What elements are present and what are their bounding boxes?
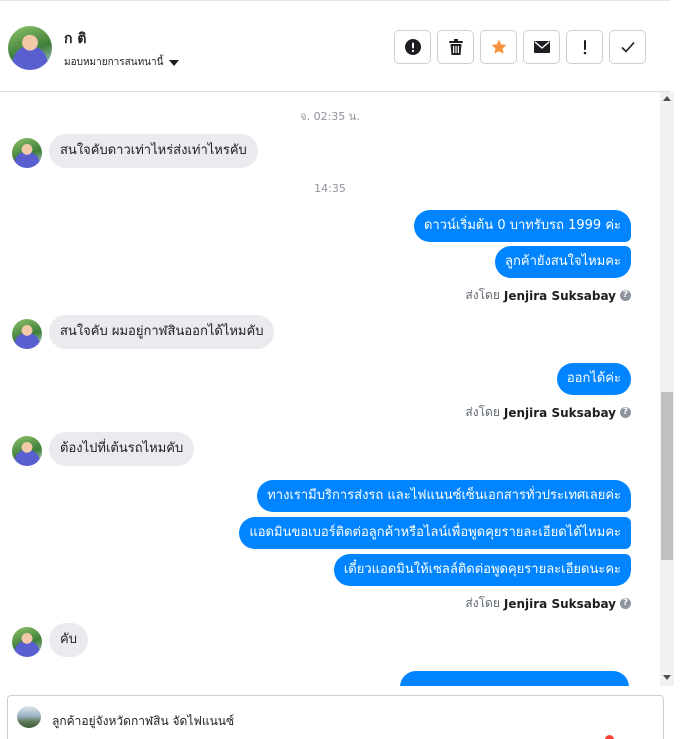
message-composer[interactable]: ลูกค้าอยู่จังหวัดกาฬสิน จัดไฟแนนซ์: [7, 695, 664, 739]
incoming-message: คับ: [49, 623, 88, 657]
outgoing-message: ทางเรามีบริการส่งรถ และไฟแนนซ์เซ็นเอกสาร…: [257, 480, 631, 512]
notification-dot: [605, 735, 614, 739]
timestamp-divider: 14:35: [314, 182, 346, 195]
scroll-down-arrow-icon[interactable]: [663, 675, 671, 680]
assign-label: มอบหมายการสนทนานี้: [64, 57, 164, 68]
timestamp-divider: จ. 02:35 น.: [300, 110, 360, 123]
thread-scrollbar[interactable]: [660, 92, 674, 686]
contact-avatar-small: [12, 319, 42, 349]
outgoing-message: เดี๋ยวแอดมินให้เซลล์ติดต่อพูดคุยรายละเอี…: [333, 554, 631, 586]
contact-avatar[interactable]: [8, 26, 52, 70]
sent-by-prefix: ส่งโดย: [465, 405, 500, 419]
sent-by-prefix: ส่งโดย: [465, 596, 500, 610]
info-icon[interactable]: ?: [620, 407, 631, 418]
sent-by-prefix: ส่งโดย: [465, 288, 500, 302]
outgoing-message: ดาวน์เริ่มต้น 0 บาทรับรถ 1999 ค่ะ: [413, 210, 631, 242]
outgoing-message: แอดมินขอเบอร์ติดต่อลูกค้าหรือไลน์เพื่อพู…: [239, 517, 631, 549]
sent-by-label: ส่งโดย Jenjira Suksabay ?: [465, 594, 631, 613]
exclamation-icon: [583, 40, 586, 55]
sent-by-agent: Jenjira Suksabay: [503, 596, 616, 611]
sent-by-agent: Jenjira Suksabay: [503, 288, 616, 303]
incoming-message: ต้องไปที่เต้นรถไหมคับ: [49, 432, 195, 466]
sent-by-label: ส่งโดย Jenjira Suksabay ?: [465, 403, 631, 422]
scroll-up-arrow-icon[interactable]: [663, 96, 671, 101]
star-icon: [491, 39, 506, 54]
attachment-thumbnail: [17, 706, 41, 728]
assign-conversation-dropdown[interactable]: มอบหมายการสนทนานี้: [64, 55, 180, 70]
message-thread[interactable]: จ. 02:35 น. สนใจคับดาวเท่าไหร่ส่งเท่าไหร…: [0, 92, 660, 686]
outgoing-message: ลูกค้ายังสนใจไหมคะ: [495, 246, 631, 278]
contact-avatar-small: [12, 138, 42, 168]
mark-unread-button[interactable]: [523, 30, 560, 64]
outgoing-message: ออกได้ค่ะ: [556, 363, 631, 395]
header-divider: [0, 0, 670, 4]
incoming-message: สนใจคับ ผมอยู่กาฬสินออกได้ไหมคับ: [49, 315, 275, 349]
mark-spam-button[interactable]: [394, 30, 431, 64]
delete-button[interactable]: [437, 30, 474, 64]
follow-up-button[interactable]: [566, 30, 603, 64]
trash-icon: [448, 39, 463, 55]
conversation-actions: [394, 30, 646, 64]
conversation-header: ก ติ มอบหมายการสนทนานี้: [0, 0, 670, 92]
inbox-conversation-view: ก ติ มอบหมายการสนทนานี้ จ. 02:35 น. สนใจ…: [0, 0, 681, 739]
scrollbar-thumb[interactable]: [661, 392, 673, 560]
composer-text[interactable]: ลูกค้าอยู่จังหวัดกาฬสิน จัดไฟแนนซ์: [52, 712, 234, 731]
star-button[interactable]: [480, 30, 517, 64]
alert-circle-icon: [404, 39, 421, 55]
contact-name[interactable]: ก ติ: [64, 28, 86, 50]
mark-done-button[interactable]: [609, 30, 646, 64]
incoming-message: สนใจคับดาวเท่าไหร่ส่งเท่าไหรคับ: [49, 134, 258, 168]
check-icon: [620, 41, 635, 53]
caret-down-icon: [169, 60, 180, 66]
contact-avatar-small: [12, 436, 42, 466]
sent-by-agent: Jenjira Suksabay: [503, 405, 616, 420]
sent-by-label: ส่งโดย Jenjira Suksabay ?: [465, 286, 631, 305]
envelope-icon: [533, 41, 550, 53]
contact-avatar-small: [12, 627, 42, 657]
outgoing-message-partial: [400, 671, 629, 686]
info-icon[interactable]: ?: [620, 290, 631, 301]
info-icon[interactable]: ?: [620, 598, 631, 609]
